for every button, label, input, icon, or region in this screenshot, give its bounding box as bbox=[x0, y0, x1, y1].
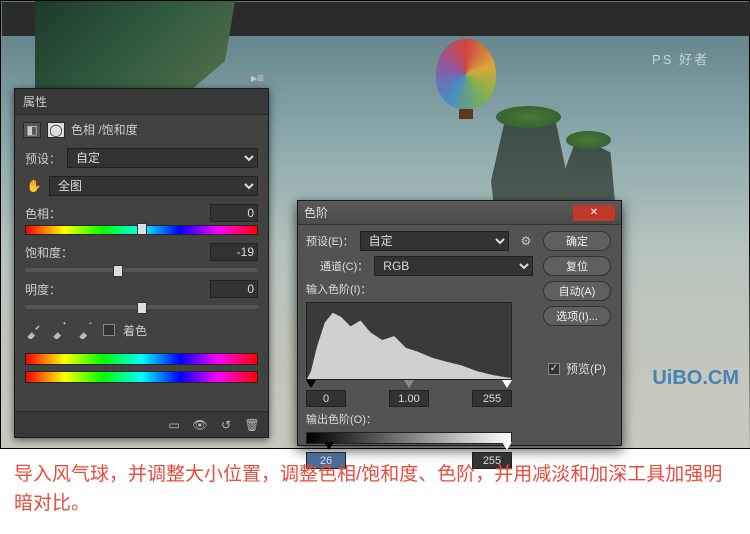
watermark-top: PS 好者 bbox=[652, 49, 709, 68]
lightness-value[interactable] bbox=[210, 280, 258, 298]
levels-preset-label: 预设(E)： bbox=[306, 233, 354, 249]
input-levels-label: 输入色阶(I)： bbox=[306, 281, 371, 297]
range-select[interactable]: 全图 bbox=[49, 176, 258, 196]
lightness-label: 明度： bbox=[25, 281, 61, 298]
hand-icon[interactable]: ✋ bbox=[25, 178, 43, 194]
spectrum-bar-bottom bbox=[25, 371, 258, 383]
clip-icon[interactable]: ▭ bbox=[166, 417, 182, 433]
ok-button[interactable]: 确定 bbox=[543, 231, 611, 251]
saturation-value[interactable] bbox=[210, 243, 258, 261]
colorize-checkbox[interactable] bbox=[103, 324, 115, 336]
saturation-label: 饱和度： bbox=[25, 244, 73, 261]
saturation-slider[interactable] bbox=[25, 268, 258, 272]
levels-title: 色阶 bbox=[304, 204, 328, 221]
levels-preset-select[interactable]: 自定 bbox=[360, 231, 509, 251]
rock-vegetation-1 bbox=[496, 106, 561, 128]
balloon-basket bbox=[459, 109, 473, 119]
lightness-slider[interactable] bbox=[25, 305, 258, 309]
input-black-value[interactable] bbox=[306, 390, 346, 407]
preview-checkbox[interactable]: ✓ bbox=[548, 363, 560, 375]
panel-title: 属性 bbox=[15, 89, 268, 115]
adjustment-icon: ◧ bbox=[23, 122, 41, 138]
properties-panel: ▸≡ 属性 ◧ ◯ 色相 /饱和度 预设： 自定 ✋ 全图 色相： 饱和度： bbox=[14, 88, 269, 438]
eyedropper-icon[interactable] bbox=[25, 321, 43, 339]
channel-label: 通道(C)： bbox=[320, 258, 368, 274]
mask-icon: ◯ bbox=[47, 122, 65, 138]
caption-text: 导入风气球，并调整大小位置，调整色相/饱和度、色阶，并用减淡和加深工具加强明暗对… bbox=[14, 460, 736, 519]
reset-button[interactable]: 复位 bbox=[543, 256, 611, 276]
auto-button[interactable]: 自动(A) bbox=[543, 281, 611, 301]
spectrum-bar-top bbox=[25, 353, 258, 365]
gear-icon[interactable]: ⚙ bbox=[519, 234, 533, 248]
input-gamma-value[interactable] bbox=[389, 390, 429, 407]
rock-vegetation-2 bbox=[566, 131, 611, 149]
channel-select[interactable]: RGB bbox=[374, 256, 533, 276]
hot-air-balloon bbox=[436, 39, 496, 109]
colorize-label: 着色 bbox=[123, 322, 147, 339]
output-levels-label: 输出色阶(O)： bbox=[306, 411, 377, 427]
eyedropper-plus-icon[interactable] bbox=[51, 321, 69, 339]
delete-icon[interactable]: 🗑 bbox=[244, 417, 260, 433]
output-slider[interactable] bbox=[306, 442, 512, 450]
eyedropper-minus-icon[interactable] bbox=[77, 321, 95, 339]
close-button[interactable]: ✕ bbox=[573, 205, 615, 221]
hue-slider[interactable] bbox=[25, 225, 258, 235]
input-slider[interactable] bbox=[306, 380, 512, 388]
reset-icon[interactable]: ↺ bbox=[218, 417, 234, 433]
panel-flyout-icon[interactable]: ▸≡ bbox=[251, 71, 264, 85]
levels-dialog: 色阶 ✕ 预设(E)： 自定 ⚙ 通道(C)： RGB 输入色阶(I)： bbox=[297, 200, 622, 446]
eye-icon[interactable]: 👁 bbox=[192, 417, 208, 433]
hue-label: 色相： bbox=[25, 205, 61, 222]
input-white-value[interactable] bbox=[472, 390, 512, 407]
preview-label: 预览(P) bbox=[566, 360, 606, 377]
hue-value[interactable] bbox=[210, 204, 258, 222]
preset-label: 预设： bbox=[25, 150, 61, 167]
histogram bbox=[306, 302, 512, 380]
options-button[interactable]: 选项(I)... bbox=[543, 306, 611, 326]
adjustment-name: 色相 /饱和度 bbox=[71, 121, 138, 138]
preset-select[interactable]: 自定 bbox=[67, 148, 258, 168]
watermark-bottom: UiBO.CM bbox=[652, 367, 739, 390]
